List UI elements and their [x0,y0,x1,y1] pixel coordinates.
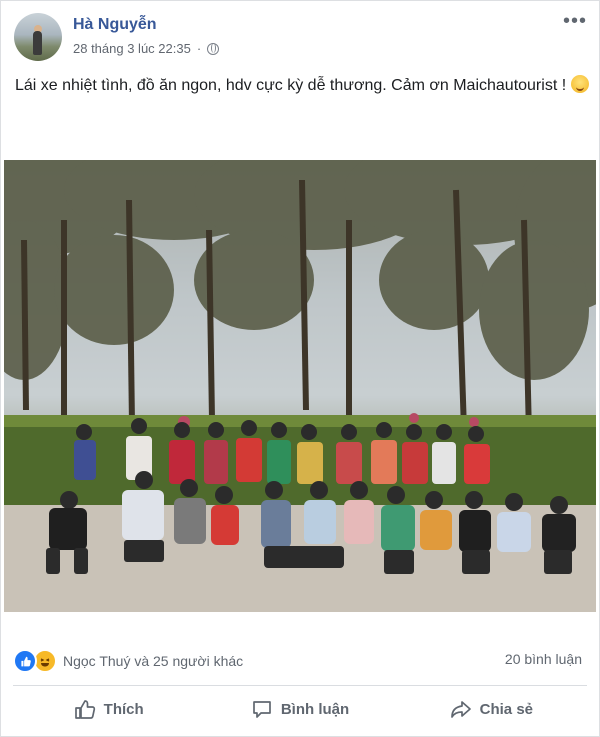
comment-button[interactable]: Bình luận [204,689,395,729]
post-photo[interactable] [4,160,596,612]
actions-divider [13,685,587,686]
comment-bubble-icon [252,701,271,718]
post-timestamp[interactable]: 28 tháng 3 lúc 22:35 [73,41,191,56]
like-button[interactable]: Thích [13,689,204,729]
avatar-figure-body [33,31,42,55]
more-options-icon[interactable]: ••• [563,11,587,31]
smiling-face-emoji [570,75,589,93]
thumbs-up-icon [74,700,95,719]
comment-button-label: Bình luận [280,700,350,718]
comments-count-link[interactable]: 20 bình luận [505,651,582,667]
share-button[interactable]: Chia sẻ [396,689,587,729]
author-name[interactable]: Hà Nguyễn [73,16,157,34]
reaction-names[interactable]: Ngọc Thuý và 25 người khác [63,653,243,669]
post-text: Lái xe nhiệt tình, đồ ăn ngon, hdv cực k… [15,73,590,99]
like-button-label: Thích [103,700,144,718]
group-photo-illustration [4,160,596,612]
post-meta: 28 tháng 3 lúc 22:35 · [73,41,220,56]
post-text-body: Lái xe nhiệt tình, đồ ăn ngon, hdv cực k… [15,77,567,94]
reactions-summary[interactable]: Ngọc Thuý và 25 người khác [13,649,243,673]
author-avatar[interactable] [14,13,62,61]
share-button-label: Chia sẻ [479,700,533,718]
globe-icon[interactable] [207,42,220,55]
share-arrow-icon [450,701,471,718]
like-reaction-icon [13,649,37,673]
post-card: Hà Nguyễn 28 tháng 3 lúc 22:35 · ••• Lái… [0,0,600,737]
post-actions-bar: Thích Bình luận Chia sẻ [13,689,587,729]
